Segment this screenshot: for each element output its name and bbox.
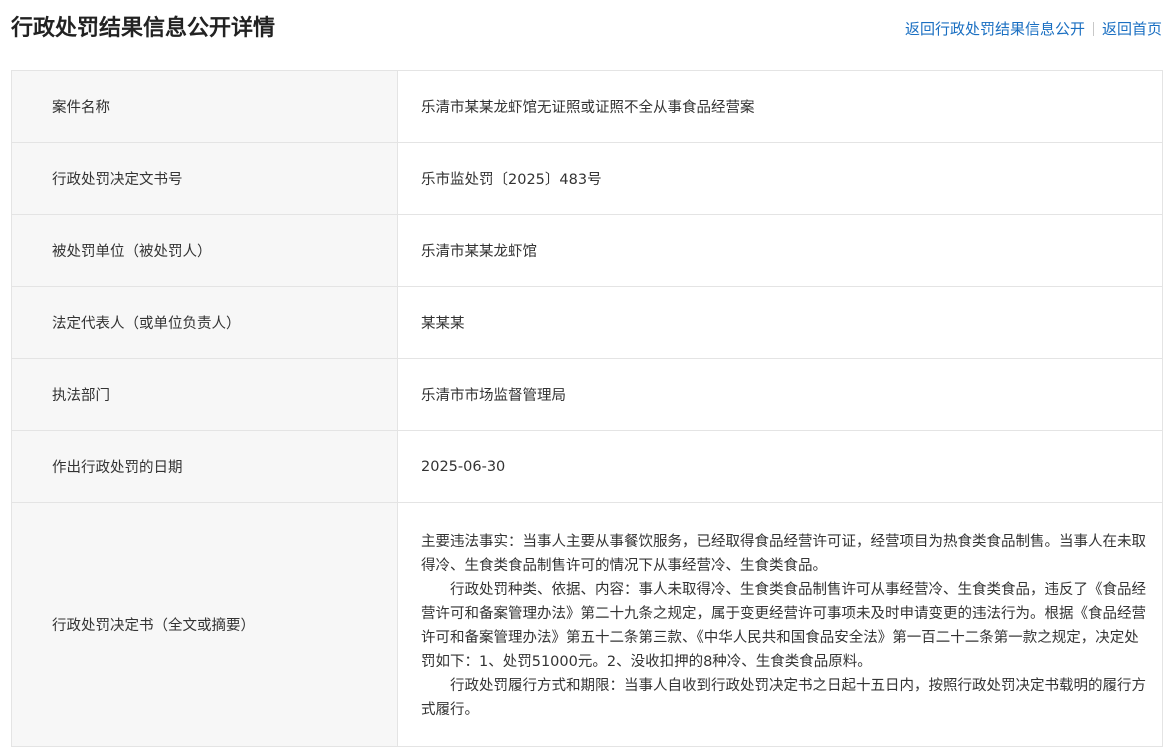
page: 行政处罚结果信息公开详情 返回行政处罚结果信息公开 返回首页 案件名称 乐清市某… — [0, 0, 1170, 752]
row-label-enforcement-department: 执法部门 — [11, 358, 398, 431]
table-row: 执法部门 乐清市市场监督管理局 — [11, 358, 1163, 431]
row-label-penalized-party: 被处罚单位（被处罚人） — [11, 214, 398, 287]
table-row: 法定代表人（或单位负责人） 某某某 — [11, 286, 1163, 359]
row-label-legal-representative: 法定代表人（或单位负责人） — [11, 286, 398, 359]
table-row: 作出行政处罚的日期 2025-06-30 — [11, 430, 1163, 503]
decision-paragraph-basis: 行政处罚种类、依据、内容：事人未取得冷、生食类食品制售许可从事经营冷、生食类食品… — [421, 582, 1146, 670]
link-divider — [1092, 22, 1094, 36]
row-label-case-name: 案件名称 — [11, 70, 398, 143]
row-value-decision-date: 2025-06-30 — [397, 430, 1163, 503]
decision-paragraph-facts: 主要违法事实：当事人主要从事餐饮服务，已经取得食品经营许可证，经营项目为热食类食… — [421, 534, 1146, 574]
back-to-home-link[interactable]: 返回首页 — [1102, 17, 1162, 41]
row-value-decision-document: 主要违法事实：当事人主要从事餐饮服务，已经取得食品经营许可证，经营项目为热食类食… — [397, 502, 1163, 747]
row-value-case-name: 乐清市某某龙虾馆无证照或证照不全从事食品经营案 — [397, 70, 1163, 143]
page-title: 行政处罚结果信息公开详情 — [11, 16, 276, 41]
table-row: 行政处罚决定书（全文或摘要） 主要违法事实：当事人主要从事餐饮服务，已经取得食品… — [11, 502, 1163, 747]
row-value-penalized-party: 乐清市某某龙虾馆 — [397, 214, 1163, 287]
row-value-enforcement-department: 乐清市市场监督管理局 — [397, 358, 1163, 431]
page-header: 行政处罚结果信息公开详情 返回行政处罚结果信息公开 返回首页 — [0, 0, 1170, 60]
table-row: 被处罚单位（被处罚人） 乐清市某某龙虾馆 — [11, 214, 1163, 287]
row-value-document-number: 乐市监处罚〔2025〕483号 — [397, 142, 1163, 215]
table-row: 行政处罚决定文书号 乐市监处罚〔2025〕483号 — [11, 142, 1163, 215]
row-label-decision-document: 行政处罚决定书（全文或摘要） — [11, 502, 398, 747]
decision-paragraph-fulfillment: 行政处罚履行方式和期限：当事人自收到行政处罚决定书之日起十五日内，按照行政处罚决… — [421, 678, 1146, 718]
back-to-penalty-list-link[interactable]: 返回行政处罚结果信息公开 — [905, 17, 1085, 41]
penalty-detail-table: 案件名称 乐清市某某龙虾馆无证照或证照不全从事食品经营案 行政处罚决定文书号 乐… — [11, 70, 1163, 747]
table-row: 案件名称 乐清市某某龙虾馆无证照或证照不全从事食品经营案 — [11, 70, 1163, 143]
row-label-document-number: 行政处罚决定文书号 — [11, 142, 398, 215]
row-label-decision-date: 作出行政处罚的日期 — [11, 430, 398, 503]
header-links: 返回行政处罚结果信息公开 返回首页 — [905, 17, 1162, 41]
row-value-legal-representative: 某某某 — [397, 286, 1163, 359]
